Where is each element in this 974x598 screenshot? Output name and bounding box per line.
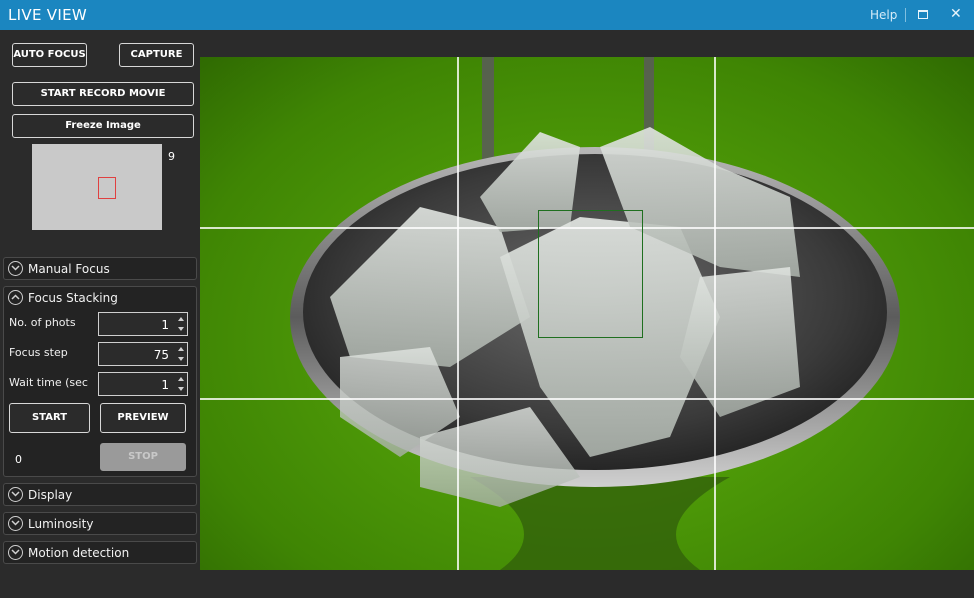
freeze-image-label: Freeze Image [65, 120, 141, 131]
manual-focus-header[interactable]: Manual Focus [4, 258, 198, 280]
start-record-movie-button[interactable]: START RECORD MOVIE [12, 82, 194, 106]
status-bar [0, 570, 974, 598]
focus-area-count: 9 [168, 150, 175, 163]
start-record-movie-label: START RECORD MOVIE [40, 88, 166, 99]
title-bar-divider [905, 8, 906, 22]
photos-count-stepper[interactable]: 1 [98, 312, 188, 336]
freeze-image-button[interactable]: Freeze Image [12, 114, 194, 138]
grid-line-vertical [714, 57, 716, 570]
display-section[interactable]: Display [3, 483, 197, 506]
stepper-down-icon[interactable] [178, 387, 184, 391]
manual-focus-section[interactable]: Manual Focus [3, 257, 197, 280]
stop-label: STOP [128, 451, 158, 462]
display-label: Display [28, 488, 73, 502]
live-view-image[interactable] [200, 57, 974, 570]
start-stacking-label: START [31, 412, 68, 423]
chevron-down-icon [8, 545, 23, 560]
focus-stacking-header[interactable]: Focus Stacking [4, 287, 198, 309]
stepper-down-icon[interactable] [178, 357, 184, 361]
photos-count-value: 1 [161, 318, 169, 332]
stepper-down-icon[interactable] [178, 327, 184, 331]
motion-detection-header[interactable]: Motion detection [4, 542, 198, 564]
start-stacking-button[interactable]: START [9, 403, 90, 433]
auto-focus-button[interactable]: AUTO FOCUS [12, 43, 87, 67]
auto-focus-label: AUTO FOCUS [13, 49, 86, 60]
stepper-up-icon[interactable] [178, 317, 184, 321]
photos-count-label: No. of phots [9, 316, 76, 329]
manual-focus-label: Manual Focus [28, 262, 110, 276]
luminosity-header[interactable]: Luminosity [4, 513, 198, 535]
capture-button[interactable]: CAPTURE [119, 43, 194, 67]
chevron-down-icon [8, 487, 23, 502]
preview-label: PREVIEW [117, 412, 169, 423]
focus-area-map[interactable] [32, 144, 162, 230]
motion-detection-label: Motion detection [28, 546, 130, 560]
close-icon[interactable]: ✕ [950, 6, 962, 22]
stacking-progress-value: 0 [15, 453, 22, 466]
stepper-up-icon[interactable] [178, 377, 184, 381]
chevron-down-icon [8, 516, 23, 531]
wait-time-label: Wait time (sec) [9, 376, 89, 389]
stepper-up-icon[interactable] [178, 347, 184, 351]
focus-step-stepper[interactable]: 75 [98, 342, 188, 366]
help-link[interactable]: Help [870, 8, 897, 22]
preview-button[interactable]: PREVIEW [100, 403, 186, 433]
focus-area-box[interactable] [538, 210, 643, 338]
luminosity-label: Luminosity [28, 517, 94, 531]
chevron-up-icon [8, 290, 23, 305]
focus-stacking-label: Focus Stacking [28, 291, 118, 305]
grid-line-vertical [457, 57, 459, 570]
wait-time-stepper[interactable]: 1 [98, 372, 188, 396]
focus-step-label: Focus step [9, 346, 68, 359]
display-header[interactable]: Display [4, 484, 198, 506]
focus-stacking-section: Focus Stacking No. of phots 1 Focus step… [3, 286, 197, 477]
stop-button[interactable]: STOP [100, 443, 186, 471]
chevron-down-icon [8, 261, 23, 276]
maximize-icon[interactable] [918, 10, 928, 19]
focus-step-value: 75 [153, 348, 169, 362]
wait-time-value: 1 [161, 378, 169, 392]
title-bar: LIVE VIEW Help ✕ [0, 0, 974, 30]
grid-line-horizontal [200, 398, 974, 400]
luminosity-section[interactable]: Luminosity [3, 512, 197, 535]
capture-label: CAPTURE [130, 49, 183, 60]
window-title: LIVE VIEW [8, 6, 87, 24]
focus-area-marker[interactable] [98, 177, 116, 199]
motion-detection-section[interactable]: Motion detection [3, 541, 197, 564]
